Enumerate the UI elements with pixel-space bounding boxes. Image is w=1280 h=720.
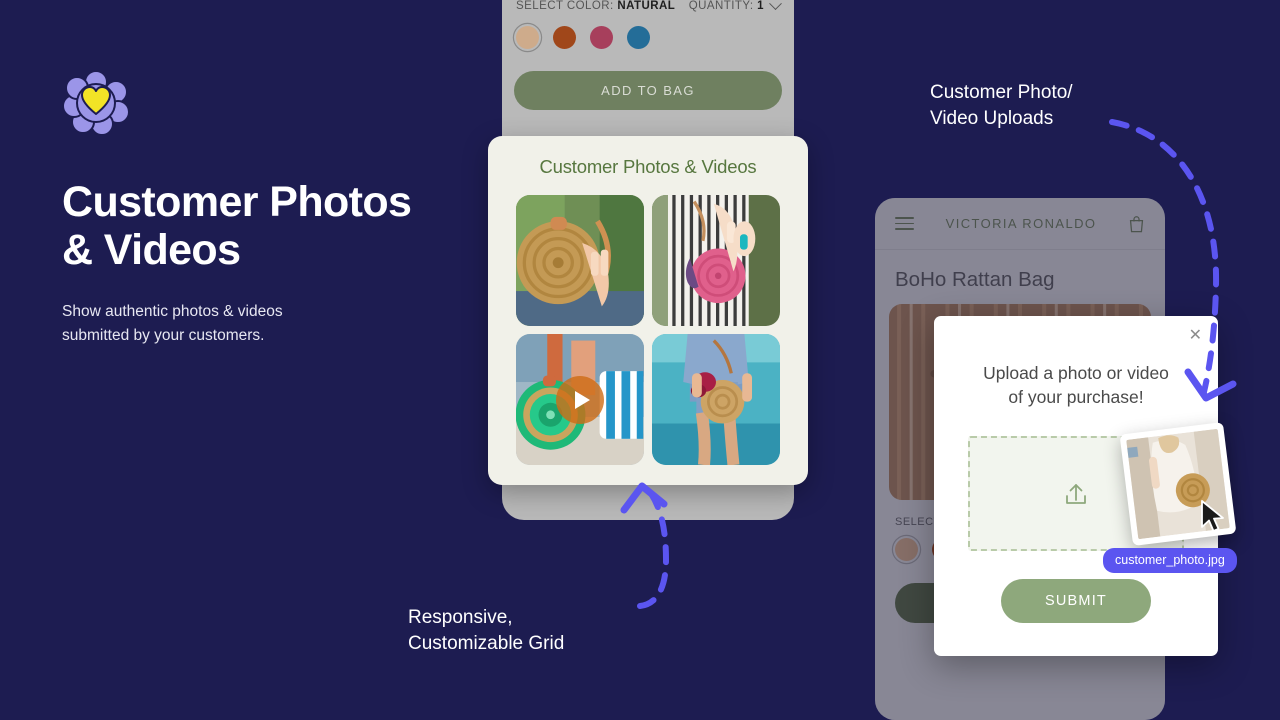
page-subtitle: Show authentic photos & videos submitted… — [62, 300, 482, 347]
annotation-responsive-grid: Responsive, Customizable Grid — [408, 605, 564, 657]
customer-photos-widget: Customer Photos & Videos — [488, 136, 808, 485]
photo-tile-3[interactable] — [516, 334, 644, 465]
photo-tile-1[interactable] — [516, 195, 644, 326]
quantity-value: 1 — [757, 0, 764, 12]
annotation-responsive-grid-line2: Customizable Grid — [408, 633, 565, 655]
color-and-quantity-row: SELECT COLOR: NATURAL QUANTITY: 1 — [514, 0, 782, 12]
page-title-line1: Customer Photos — [62, 178, 412, 226]
annotation-customer-uploads-line2: Video Uploads — [930, 108, 1054, 130]
select-color-value: NATURAL — [617, 0, 676, 12]
add-to-bag-button[interactable]: ADD TO BAG — [514, 71, 782, 110]
quantity-label: QUANTITY: 1 — [689, 0, 764, 12]
close-icon[interactable]: ✕ — [1189, 328, 1202, 344]
photo-grid — [516, 195, 780, 465]
submit-button[interactable]: SUBMIT — [1001, 579, 1151, 624]
color-swatch-natural[interactable] — [516, 26, 539, 49]
annotation-responsive-grid-line1: Responsive, — [408, 607, 513, 628]
color-swatch-teal[interactable] — [627, 26, 650, 49]
color-swatch-rust[interactable] — [553, 26, 576, 49]
photo-tile-4[interactable] — [652, 334, 780, 465]
annotation-customer-uploads: Customer Photo/ Video Uploads — [930, 80, 1073, 132]
page-title: Customer Photos & Videos — [62, 178, 482, 274]
upload-modal-title: Upload a photo or video of your purchase… — [968, 362, 1184, 409]
center-product-panel: SELECT COLOR: NATURAL QUANTITY: 1 ADD TO… — [502, 0, 794, 110]
dragged-file-name-badge: customer_photo.jpg — [1103, 548, 1237, 573]
upload-modal-title-line2: of your purchase! — [1008, 386, 1144, 407]
cursor-arrow-icon — [1201, 500, 1224, 532]
page-subtitle-line2: submitted by your customers. — [62, 326, 265, 344]
color-swatch-raspberry[interactable] — [590, 26, 613, 49]
color-swatch-list — [514, 26, 782, 49]
flower-heart-logo — [62, 68, 130, 136]
photo-tile-2[interactable] — [652, 195, 780, 326]
upload-modal-title-line1: Upload a photo or video — [983, 363, 1169, 383]
select-color-text: SELECT COLOR: — [516, 0, 614, 12]
hero-section: Customer Photos & Videos Show authentic … — [62, 68, 482, 347]
page-title-line2: & Videos — [62, 226, 241, 275]
select-color-label: SELECT COLOR: NATURAL — [516, 0, 675, 12]
upload-icon — [1066, 483, 1086, 504]
chevron-down-icon — [769, 0, 782, 10]
annotation-customer-uploads-line1: Customer Photo/ — [930, 82, 1073, 103]
page-subtitle-line1: Show authentic photos & videos — [62, 303, 283, 321]
play-triangle — [574, 390, 590, 409]
customer-photos-title: Customer Photos & Videos — [539, 156, 757, 177]
play-icon[interactable] — [556, 375, 604, 424]
quantity-label-text: QUANTITY: — [688, 0, 754, 12]
quantity-selector[interactable]: QUANTITY: 1 — [689, 0, 782, 12]
